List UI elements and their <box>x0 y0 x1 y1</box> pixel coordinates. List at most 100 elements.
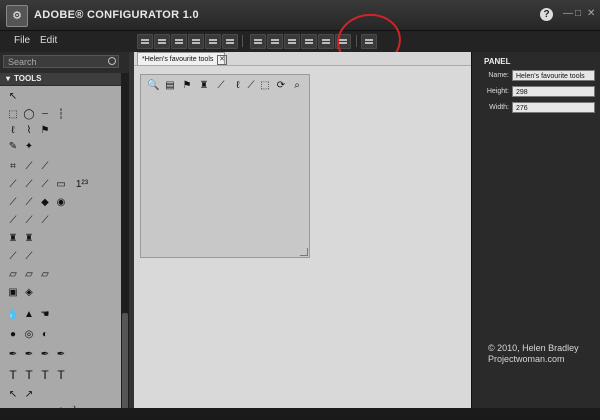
tools-scrollbar[interactable] <box>121 73 129 416</box>
minimize-button[interactable]: — <box>563 9 573 19</box>
gradient-icon[interactable]: ▣ <box>6 286 20 300</box>
magic-eraser-icon[interactable]: ▱ <box>38 268 52 282</box>
slice-select-icon[interactable]: ⟋ <box>38 160 52 174</box>
eyedropper-icon[interactable]: ⟋ <box>245 80 257 92</box>
distribute-top-icon[interactable] <box>250 34 266 49</box>
align-center-icon[interactable] <box>154 34 170 49</box>
name-field[interactable]: Helen's favourite tools <box>512 70 595 81</box>
ellipse-marquee-icon[interactable]: ◯ <box>22 108 36 122</box>
freeform-pen-icon[interactable]: ✒ <box>22 348 36 362</box>
burn-icon[interactable]: ◎ <box>22 328 36 342</box>
brush-icon[interactable]: ⟋ <box>215 80 227 92</box>
crop-icon[interactable]: ⌗ <box>6 160 20 174</box>
align-top-icon[interactable] <box>188 34 204 49</box>
pattern-stamp-icon[interactable]: ♜ <box>22 232 36 246</box>
align-middle-icon[interactable] <box>205 34 221 49</box>
stamp-icon[interactable]: ♜ <box>6 232 20 246</box>
distribute-bottom-icon[interactable] <box>284 34 300 49</box>
maximize-button[interactable]: □ <box>575 9 581 19</box>
marquee-icon[interactable]: ⬚ <box>6 108 20 122</box>
healing-brush-icon[interactable]: ⟋ <box>22 196 36 210</box>
history-brush-icon[interactable]: ⟋ <box>6 250 20 264</box>
direct-select-icon[interactable]: ↗ <box>22 388 36 402</box>
eyedropper-icon[interactable]: ⟋ <box>6 178 20 192</box>
add-anchor-icon[interactable]: ✒ <box>38 348 52 362</box>
zoom-icon[interactable]: 🔍 <box>147 80 159 92</box>
distribute-left-icon[interactable] <box>301 34 317 49</box>
tab-document[interactable]: *Helen's favourite tools ✕ <box>137 52 227 65</box>
move-icon[interactable]: ↖ <box>6 90 20 104</box>
custom-panel[interactable]: 🔍 ▤ ⚑ ♜ ⟋ ℓ ⟋ ⬚ ⟳ ⌕ <box>140 74 310 258</box>
quick-select-icon[interactable]: ✎ <box>6 140 20 154</box>
path-select-icon[interactable]: ↖ <box>6 388 20 402</box>
status-bar <box>0 408 600 416</box>
vertical-type-mask-icon[interactable]: T <box>54 368 68 382</box>
tab-label: *Helen's favourite tools <box>142 56 214 63</box>
row-marquee-icon[interactable]: ┄ <box>38 108 52 122</box>
resize-handle[interactable] <box>300 248 308 256</box>
column-marquee-icon[interactable]: ┆ <box>54 108 68 122</box>
dodge-icon[interactable]: ● <box>6 328 20 342</box>
align-bottom-icon[interactable] <box>222 34 238 49</box>
quick-mask-icon[interactable]: ⚑ <box>181 80 193 92</box>
slice-icon[interactable]: ⟋ <box>22 160 36 174</box>
search-input[interactable]: Search <box>3 55 119 68</box>
lasso-icon[interactable]: ℓ <box>6 124 20 138</box>
eraser-icon[interactable]: ▱ <box>6 268 20 282</box>
red-eye-icon[interactable]: ◉ <box>54 196 68 210</box>
design-canvas: *Helen's favourite tools ✕ 🔍 ▤ ⚑ ♜ ⟋ ℓ ⟋… <box>134 52 471 409</box>
width-label: Width: <box>489 104 509 111</box>
properties-header: PANEL <box>484 57 511 66</box>
close-icon[interactable]: ✕ <box>217 55 227 65</box>
distribute-center-icon[interactable] <box>318 34 334 49</box>
canvas-area[interactable]: 🔍 ▤ ⚑ ♜ ⟋ ℓ ⟋ ⬚ ⟳ ⌕ <box>134 65 471 409</box>
pen-icon[interactable]: ✒ <box>6 348 20 362</box>
help-button[interactable]: ? <box>540 8 553 21</box>
tools-section-label: TOOLS <box>14 74 42 83</box>
art-history-icon[interactable]: ⟋ <box>22 250 36 264</box>
chevron-down-icon: ▾ <box>6 74 11 83</box>
smudge-icon[interactable]: ☚ <box>38 308 52 322</box>
type-mask-icon[interactable]: T <box>38 368 52 382</box>
lasso-icon[interactable]: ℓ <box>232 80 244 92</box>
stamp-icon[interactable]: ♜ <box>198 80 210 92</box>
align-left-icon[interactable] <box>137 34 153 49</box>
magnetic-lasso-icon[interactable]: ⚑ <box>38 124 52 138</box>
app-title: ADOBE® CONFIGURATOR 1.0 <box>34 9 199 21</box>
color-sampler-icon[interactable]: ⟋ <box>22 178 36 192</box>
toolbar-divider <box>242 35 243 47</box>
magnifier-icon[interactable]: ⌕ <box>291 80 303 92</box>
brush-icon[interactable]: ⟋ <box>6 214 20 228</box>
blur-icon[interactable]: 💧 <box>6 308 20 322</box>
color-replace-icon[interactable]: ⟋ <box>38 214 52 228</box>
align-right-icon[interactable] <box>171 34 187 49</box>
tools-section-header[interactable]: ▾ TOOLS <box>0 73 121 85</box>
healing-icon[interactable]: ⟋ <box>6 196 20 210</box>
rotate-icon[interactable]: ⟳ <box>275 80 287 92</box>
height-label: Height: <box>486 88 509 95</box>
scrollbar-thumb[interactable] <box>122 313 128 413</box>
note-icon[interactable]: ▭ <box>54 178 68 192</box>
sponge-icon[interactable]: ◐ <box>38 328 52 342</box>
vertical-type-icon[interactable]: T <box>22 368 36 382</box>
magic-wand-icon[interactable]: ✦ <box>22 140 36 154</box>
poly-lasso-icon[interactable]: ⌇ <box>22 124 36 138</box>
distribute-middle-icon[interactable] <box>267 34 283 49</box>
height-field[interactable]: 298 <box>512 86 595 97</box>
paint-bucket-icon[interactable]: ◈ <box>22 286 36 300</box>
type-icon[interactable]: T <box>6 368 20 382</box>
gradient-icon[interactable]: ▤ <box>164 80 176 92</box>
sharpen-icon[interactable]: ▲ <box>22 308 36 322</box>
menu-file[interactable]: File <box>14 35 30 46</box>
width-field[interactable]: 276 <box>512 102 595 113</box>
count-icon[interactable]: 1²³ <box>72 178 92 192</box>
patch-icon[interactable]: ◆ <box>38 196 52 210</box>
delete-anchor-icon[interactable]: ✒ <box>54 348 68 362</box>
title-bar: ⚙ ADOBE® CONFIGURATOR 1.0 ? — □ ✕ <box>0 0 600 31</box>
marquee-icon[interactable]: ⬚ <box>259 80 271 92</box>
close-button[interactable]: ✕ <box>587 9 595 19</box>
menu-edit[interactable]: Edit <box>40 35 57 46</box>
pencil-icon[interactable]: ⟋ <box>22 214 36 228</box>
ruler-icon[interactable]: ⟋ <box>38 178 52 192</box>
bg-eraser-icon[interactable]: ▱ <box>22 268 36 282</box>
